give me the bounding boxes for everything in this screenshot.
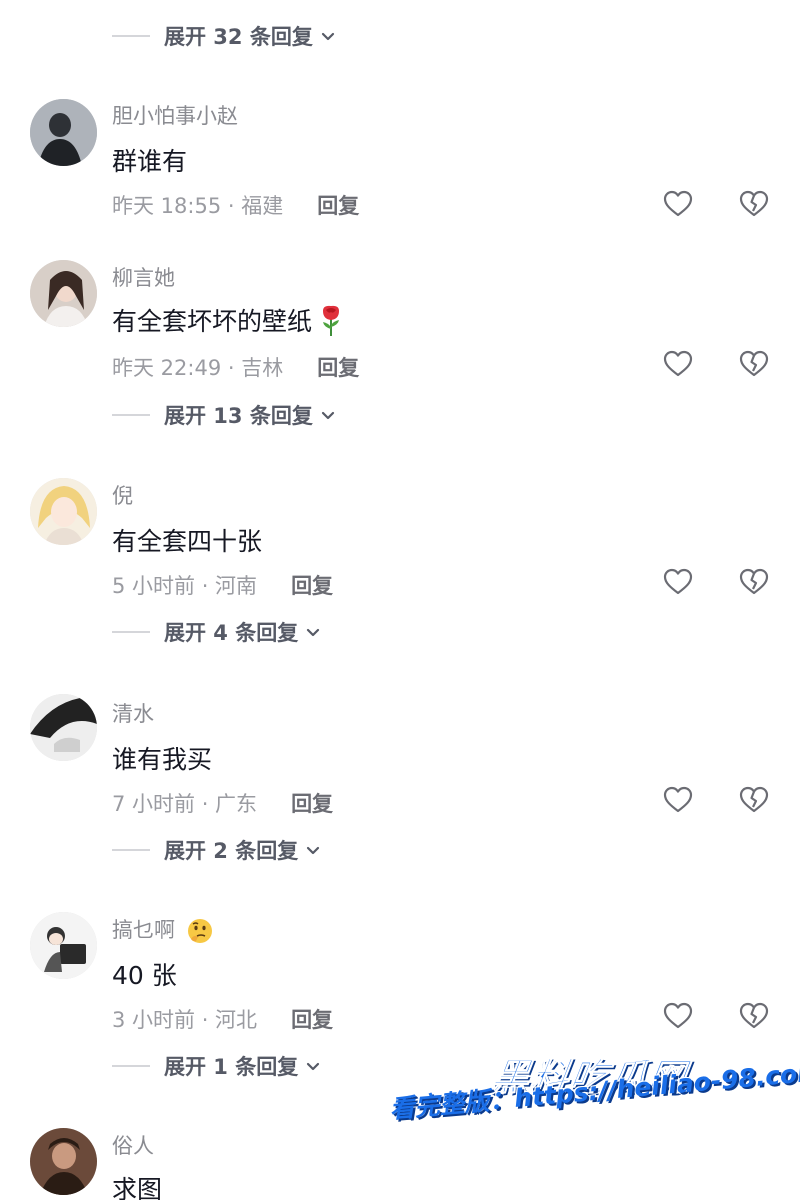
avatar[interactable] (30, 478, 97, 545)
comment-username[interactable]: 搞乜啊 (112, 914, 214, 945)
comment-time-location: 3 小时前 · 河北 (112, 1008, 258, 1032)
divider-line (112, 414, 150, 416)
expand-replies-label: 展开 1 条回复 (164, 1055, 299, 1079)
comment-time-location: 5 小时前 · 河南 (112, 574, 258, 598)
expand-replies-button[interactable]: 展开 2 条回复 (112, 830, 322, 870)
reply-button[interactable]: 回复 (291, 570, 333, 600)
comment-text: 有全套坏坏的壁纸 (112, 302, 344, 338)
divider-line (112, 849, 150, 851)
avatar[interactable] (30, 99, 97, 166)
comment-meta: 昨天 18:55 · 福建 回复 (112, 190, 359, 220)
reply-button[interactable]: 回复 (317, 190, 359, 220)
rose-emoji-icon (323, 305, 340, 336)
heart-outline-icon[interactable] (662, 784, 694, 816)
comment-time-location: 昨天 18:55 · 福建 (112, 194, 284, 218)
broken-heart-icon[interactable] (738, 566, 770, 598)
reply-button[interactable]: 回复 (291, 1004, 333, 1034)
comment-text: 群谁有 (112, 147, 188, 176)
comment-username[interactable]: 清水 (112, 698, 154, 728)
divider-line (112, 35, 150, 37)
expand-replies-button[interactable]: 展开 1 条回复 (112, 1046, 322, 1086)
comment-username[interactable]: 胆小怕事小赵 (112, 100, 238, 130)
comment-username[interactable]: 柳言她 (112, 262, 175, 292)
comment-username[interactable]: 倪 (112, 480, 133, 510)
avatar[interactable] (30, 912, 97, 979)
comment-username[interactable]: 俗人 (112, 1130, 154, 1160)
expand-replies-label: 展开 4 条回复 (164, 621, 299, 645)
expand-replies-button[interactable]: 展开 32 条回复 (112, 16, 337, 56)
expand-replies-button[interactable]: 展开 13 条回复 (112, 395, 337, 435)
heart-outline-icon[interactable] (662, 566, 694, 598)
heart-outline-icon[interactable] (662, 1000, 694, 1032)
avatar[interactable] (30, 694, 97, 761)
comment-text: 40 张 (112, 961, 177, 990)
watermark-overlay: 黑料吃瓜网 看完整版：https://heiliao-98.com (388, 1046, 800, 1176)
thinking-face-emoji-icon (187, 919, 212, 943)
comment-meta: 7 小时前 · 广东 回复 (112, 788, 333, 818)
expand-replies-label: 展开 13 条回复 (164, 404, 313, 428)
divider-line (112, 631, 150, 633)
comment-text: 有全套四十张 (112, 527, 263, 556)
reply-button[interactable]: 回复 (317, 352, 359, 382)
broken-heart-icon[interactable] (738, 348, 770, 380)
comment-list-page: 展开 32 条回复 胆小怕事小赵 群谁有 昨天 18:55 · 福建 回复 柳言… (0, 0, 800, 1200)
chevron-down-icon (307, 846, 320, 855)
reply-button[interactable]: 回复 (291, 788, 333, 818)
broken-heart-icon[interactable] (738, 188, 770, 220)
broken-heart-icon[interactable] (738, 784, 770, 816)
avatar[interactable] (30, 260, 97, 327)
comment-meta: 3 小时前 · 河北 回复 (112, 1004, 333, 1034)
avatar[interactable] (30, 1128, 97, 1195)
comment-text: 求图 (112, 1175, 163, 1200)
comment-text: 谁有我买 (112, 745, 213, 774)
comment-time-location: 昨天 22:49 · 吉林 (112, 356, 284, 380)
heart-outline-icon[interactable] (662, 348, 694, 380)
chevron-down-icon (321, 32, 334, 41)
comment-username-text: 搞乜啊 (112, 918, 175, 942)
chevron-down-icon (307, 1062, 320, 1071)
comment-text-body: 有全套坏坏的壁纸 (112, 307, 313, 336)
divider-line (112, 1065, 150, 1067)
comment-meta: 5 小时前 · 河南 回复 (112, 570, 333, 600)
chevron-down-icon (307, 628, 320, 637)
chevron-down-icon (321, 411, 334, 420)
comment-meta: 昨天 22:49 · 吉林 回复 (112, 352, 359, 382)
comment-time-location: 7 小时前 · 广东 (112, 792, 258, 816)
heart-outline-icon[interactable] (662, 188, 694, 220)
broken-heart-icon[interactable] (738, 1000, 770, 1032)
expand-replies-label: 展开 32 条回复 (164, 25, 313, 49)
expand-replies-label: 展开 2 条回复 (164, 839, 299, 863)
expand-replies-button[interactable]: 展开 4 条回复 (112, 612, 322, 652)
